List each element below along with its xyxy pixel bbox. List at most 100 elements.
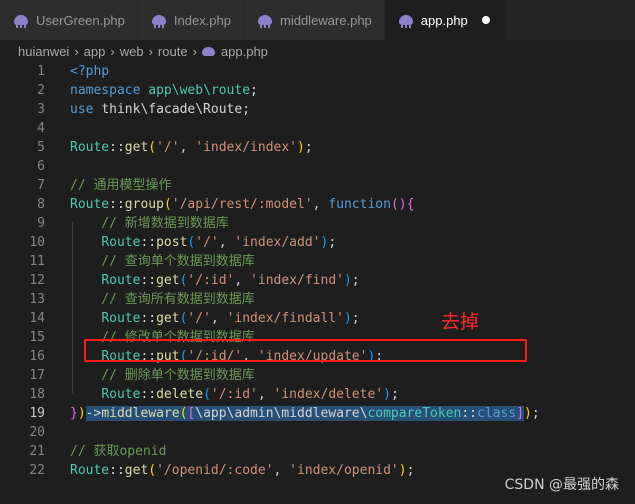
code-token: group: [124, 197, 164, 212]
code-line[interactable]: 18 Route::delete('/:id', 'index/delete')…: [0, 385, 635, 404]
code-token: 'index/find': [250, 273, 344, 288]
code-line[interactable]: 4: [0, 119, 635, 138]
php-file-icon: [14, 15, 28, 28]
code-token: ::: [140, 387, 157, 402]
code-token: // 新增数据到数据库: [70, 216, 229, 231]
line-number: 21: [29, 444, 45, 459]
code-token: }: [70, 406, 78, 421]
breadcrumb: huianwei › app › web › route › app.php: [0, 40, 635, 62]
line-number: 17: [29, 368, 45, 383]
code-token: use: [70, 102, 102, 117]
code-token: get: [156, 273, 180, 288]
code-line[interactable]: 7 // 通用模型操作: [0, 176, 635, 195]
code-text: use think\facade\Route;: [70, 100, 250, 119]
code-token: Route: [101, 387, 141, 402]
php-file-icon: [398, 15, 413, 28]
code-token: ::: [140, 235, 157, 250]
code-token: '/:id': [187, 273, 235, 288]
unsaved-dot-icon[interactable]: [481, 16, 490, 24]
code-line[interactable]: 21 // 获取openid: [0, 442, 635, 461]
code-token: // 通用模型操作: [70, 178, 172, 193]
code-token: ;: [328, 235, 337, 250]
code-token: middleware: [101, 406, 180, 421]
code-token: ::: [109, 197, 125, 212]
code-token: // 查询所有数据到数据库: [70, 292, 255, 307]
code-token: \app\admin\middleware\: [195, 406, 368, 421]
breadcrumb-item[interactable]: web: [120, 44, 144, 59]
code-token: ;: [531, 406, 540, 421]
chevron-right-icon: ›: [74, 43, 79, 59]
line-number: 2: [37, 83, 45, 98]
code-line[interactable]: 5 Route::get('/', 'index/index');: [0, 138, 635, 157]
code-line[interactable]: 11 // 查询单个数据到数据库: [0, 252, 635, 271]
code-line[interactable]: 3 use think\facade\Route;: [0, 100, 635, 119]
php-file-icon: [258, 15, 272, 28]
code-line[interactable]: 17 // 删除单个数据到数据库: [0, 366, 635, 385]
tab-app[interactable]: app.php: [384, 0, 507, 40]
line-number: 22: [29, 463, 45, 478]
code-token: ,: [273, 463, 290, 478]
code-token: ::: [140, 311, 157, 326]
code-line[interactable]: 8 Route::group('/api/rest/:model', functi…: [0, 195, 635, 214]
breadcrumb-item[interactable]: app: [84, 44, 106, 59]
breadcrumb-item[interactable]: huianwei: [18, 44, 69, 59]
breadcrumb-item[interactable]: route: [158, 44, 188, 59]
code-text: <?php: [70, 62, 109, 81]
code-token: ;: [351, 311, 360, 326]
code-token: // 查询单个数据到数据库: [70, 254, 255, 269]
code-token: ;: [304, 140, 313, 155]
code-text: Route::delete('/:id', 'index/delete');: [70, 385, 399, 404]
code-token: ,: [210, 311, 227, 326]
code-token: ;: [390, 387, 399, 402]
line-number: 20: [29, 425, 45, 440]
line-number: 19: [29, 406, 45, 421]
code-token: get: [124, 463, 149, 478]
code-token: get: [124, 140, 149, 155]
code-token: '/api/rest/:model': [171, 197, 313, 212]
code-line[interactable]: 1 <?php: [0, 62, 635, 81]
tab-label: UserGreen.php: [36, 12, 125, 28]
code-line[interactable]: 2 namespace app\web\route;: [0, 81, 635, 100]
code-token: ]: [516, 406, 524, 421]
line-number: 13: [29, 292, 45, 307]
code-line[interactable]: 9 // 新增数据到数据库: [0, 214, 635, 233]
code-token: <?php: [70, 64, 110, 79]
highlight-box: [84, 339, 527, 362]
code-line[interactable]: 6: [0, 157, 635, 176]
tab-middleware[interactable]: middleware.php: [244, 0, 385, 40]
line-number: 1: [37, 64, 45, 79]
code-token: (: [163, 197, 172, 212]
code-line[interactable]: 10 Route::post('/', 'index/add');: [0, 233, 635, 252]
code-line[interactable]: 14 Route::get('/', 'index/findall');: [0, 309, 635, 328]
code-line[interactable]: 13 // 查询所有数据到数据库: [0, 290, 635, 309]
code-token: 'index/findall': [226, 311, 344, 326]
code-token: app\web\route: [148, 83, 251, 98]
code-token: ): [343, 273, 352, 288]
code-text: // 删除单个数据到数据库: [70, 366, 255, 385]
line-number: 14: [29, 311, 45, 326]
breadcrumb-item[interactable]: app.php: [221, 44, 268, 59]
code-token: Route: [101, 311, 141, 326]
code-line[interactable]: 19})->middleware([\app\admin\middleware\…: [0, 404, 635, 423]
code-token: Route: [70, 140, 110, 155]
code-token: function: [328, 197, 391, 212]
code-line[interactable]: 20: [0, 423, 635, 442]
code-token: ::: [109, 463, 125, 478]
code-token: Route: [101, 273, 141, 288]
code-token: Route: [70, 197, 110, 212]
code-line[interactable]: 12 Route::get('/:id', 'index/find');: [0, 271, 635, 290]
code-token: ): [398, 463, 407, 478]
code-token: ): [297, 140, 305, 155]
code-token: Route: [101, 235, 141, 250]
line-number: 12: [29, 273, 45, 288]
line-number: 16: [29, 349, 45, 364]
code-editor[interactable]: 1 <?php 2 namespace app\web\route; 3 use thin…: [0, 62, 635, 504]
code-token: ;: [242, 102, 251, 117]
tab-index[interactable]: Index.php: [137, 0, 244, 40]
tab-usergreen[interactable]: UserGreen.php: [0, 0, 138, 40]
code-token: ;: [406, 463, 415, 478]
code-text: namespace app\web\route;: [70, 81, 258, 100]
code-text: Route::get('/', 'index/index');: [70, 138, 313, 157]
